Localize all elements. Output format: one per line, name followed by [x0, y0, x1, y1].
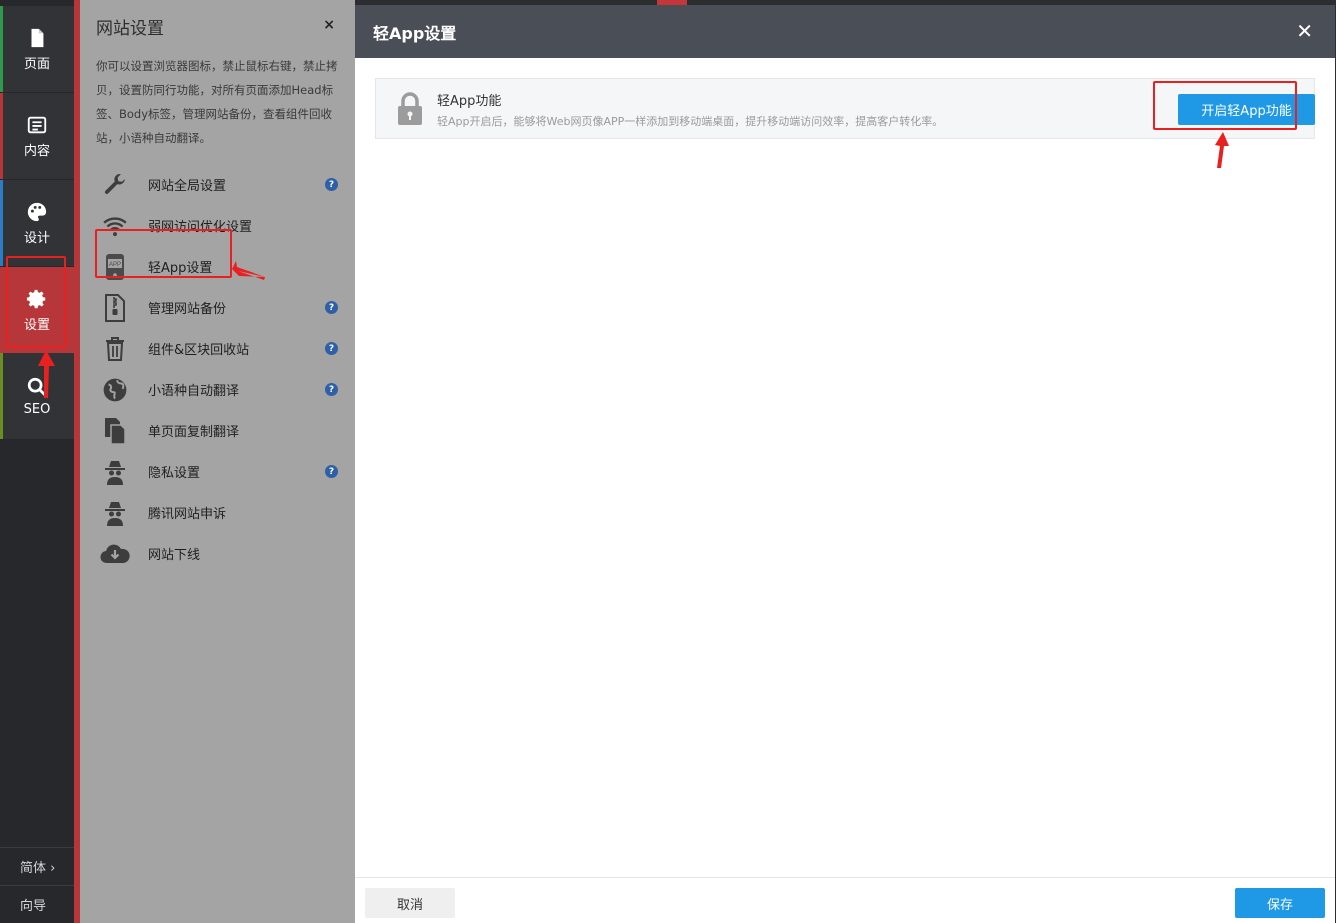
- help-icon[interactable]: ?: [325, 301, 338, 314]
- menu-item-weak-network[interactable]: 弱网访问优化设置: [80, 205, 355, 246]
- panel-title: 网站设置: [96, 19, 164, 39]
- feature-title: 轻App功能: [437, 94, 502, 109]
- menu-label: 管理网站备份: [148, 302, 227, 317]
- menu-item-site-offline[interactable]: 网站下线: [80, 533, 355, 574]
- rail-item-seo[interactable]: SEO: [0, 353, 74, 439]
- globe-icon: [100, 375, 130, 405]
- panel-header: 网站设置 ×: [80, 0, 355, 50]
- left-rail: 页面 内容 设计 设置 SEO 简体 › 向导: [0, 0, 74, 923]
- zip-file-icon: [100, 293, 130, 323]
- menu-label: 单页面复制翻译: [148, 425, 240, 440]
- dialog-footer: 取消 保存: [355, 877, 1335, 923]
- menu-label: 腾讯网站申诉: [148, 507, 227, 522]
- light-app-dialog: 轻App设置 ✕ 轻App功能 轻App开启后，能够将Web网页像APP一样添加…: [355, 5, 1335, 923]
- rail-item-content[interactable]: 内容: [0, 93, 74, 179]
- trash-icon: [100, 334, 130, 364]
- menu-label: 网站下线: [148, 548, 201, 563]
- copy-icon: [100, 416, 130, 446]
- menu-item-backup[interactable]: 管理网站备份 ?: [80, 287, 355, 328]
- wrench-icon: [100, 170, 130, 200]
- close-icon[interactable]: ✕: [1296, 19, 1313, 43]
- close-icon[interactable]: ×: [323, 17, 335, 33]
- panel-description: 你可以设置浏览器图标，禁止鼠标右键，禁止拷贝，设置防同行功能，对所有页面添加He…: [96, 59, 338, 145]
- menu-label: 轻App设置: [148, 261, 213, 276]
- menu-label: 小语种自动翻译: [148, 384, 240, 399]
- spy-icon: [100, 457, 130, 487]
- menu-label: 弱网访问优化设置: [148, 220, 253, 235]
- menu-item-privacy[interactable]: 隐私设置 ?: [80, 451, 355, 492]
- cloud-download-icon: [100, 539, 130, 569]
- help-icon[interactable]: ?: [325, 465, 338, 478]
- page-icon: [31, 28, 44, 47]
- rail-accent-bar: [0, 93, 3, 179]
- rail-accent-bar: [0, 180, 3, 266]
- rail-accent-bar: [0, 6, 3, 92]
- rail-item-settings[interactable]: 设置: [0, 267, 74, 353]
- rail-label-settings: 设置: [23, 317, 50, 333]
- menu-item-light-app[interactable]: APP 轻App设置: [80, 246, 355, 287]
- dialog-title: 轻App设置: [373, 23, 457, 43]
- spy-icon: [100, 498, 130, 528]
- menu-label: 组件&区块回收站: [148, 343, 250, 358]
- feature-description: 轻App开启后，能够将Web网页像APP一样添加到移动端桌面，提升移动端访问效率…: [437, 115, 944, 128]
- rail-item-design[interactable]: 设计: [0, 180, 74, 266]
- rail-label-design: 设计: [23, 230, 50, 246]
- menu-item-page-copy-translate[interactable]: 单页面复制翻译: [80, 410, 355, 451]
- rail-label-page: 页面: [23, 56, 50, 72]
- menu-label: 网站全局设置: [148, 179, 227, 194]
- lock-icon: [398, 92, 422, 125]
- help-icon[interactable]: ?: [325, 342, 338, 355]
- settings-panel: 网站设置 × 你可以设置浏览器图标，禁止鼠标右键，禁止拷贝，设置防同行功能，对所…: [80, 0, 355, 923]
- menu-item-recycle-bin[interactable]: 组件&区块回收站 ?: [80, 328, 355, 369]
- wifi-icon: [100, 211, 130, 241]
- help-icon[interactable]: ?: [325, 178, 338, 191]
- menu-item-auto-translate[interactable]: 小语种自动翻译 ?: [80, 369, 355, 410]
- dialog-header: 轻App设置 ✕: [355, 5, 1335, 58]
- list-icon: [27, 116, 47, 133]
- save-button[interactable]: 保存: [1235, 888, 1325, 918]
- palette-icon: [27, 202, 47, 221]
- guide-button[interactable]: 向导: [0, 885, 74, 923]
- enable-light-app-button[interactable]: 开启轻App功能: [1178, 94, 1315, 125]
- search-icon: [27, 377, 47, 396]
- menu-item-global-settings[interactable]: 网站全局设置 ?: [80, 164, 355, 205]
- settings-menu: 网站全局设置 ? 弱网访问优化设置 APP 轻App设置 管理网站备份 ? 组件…: [80, 164, 355, 574]
- app-icon: APP: [100, 252, 130, 282]
- menu-item-tencent-appeal[interactable]: 腾讯网站申诉: [80, 492, 355, 533]
- language-switch[interactable]: 简体 ›: [0, 847, 74, 885]
- light-app-feature-card: 轻App功能 轻App开启后，能够将Web网页像APP一样添加到移动端桌面，提升…: [375, 78, 1315, 139]
- svg-text:APP: APP: [109, 262, 121, 268]
- rail-label-content: 内容: [23, 143, 50, 159]
- help-icon[interactable]: ?: [325, 383, 338, 396]
- rail-item-page[interactable]: 页面: [0, 6, 74, 92]
- gear-icon: [26, 289, 46, 308]
- menu-label: 隐私设置: [148, 466, 201, 481]
- cancel-button[interactable]: 取消: [365, 888, 455, 918]
- rail-label-seo: SEO: [23, 401, 51, 417]
- rail-accent-bar: [0, 353, 3, 439]
